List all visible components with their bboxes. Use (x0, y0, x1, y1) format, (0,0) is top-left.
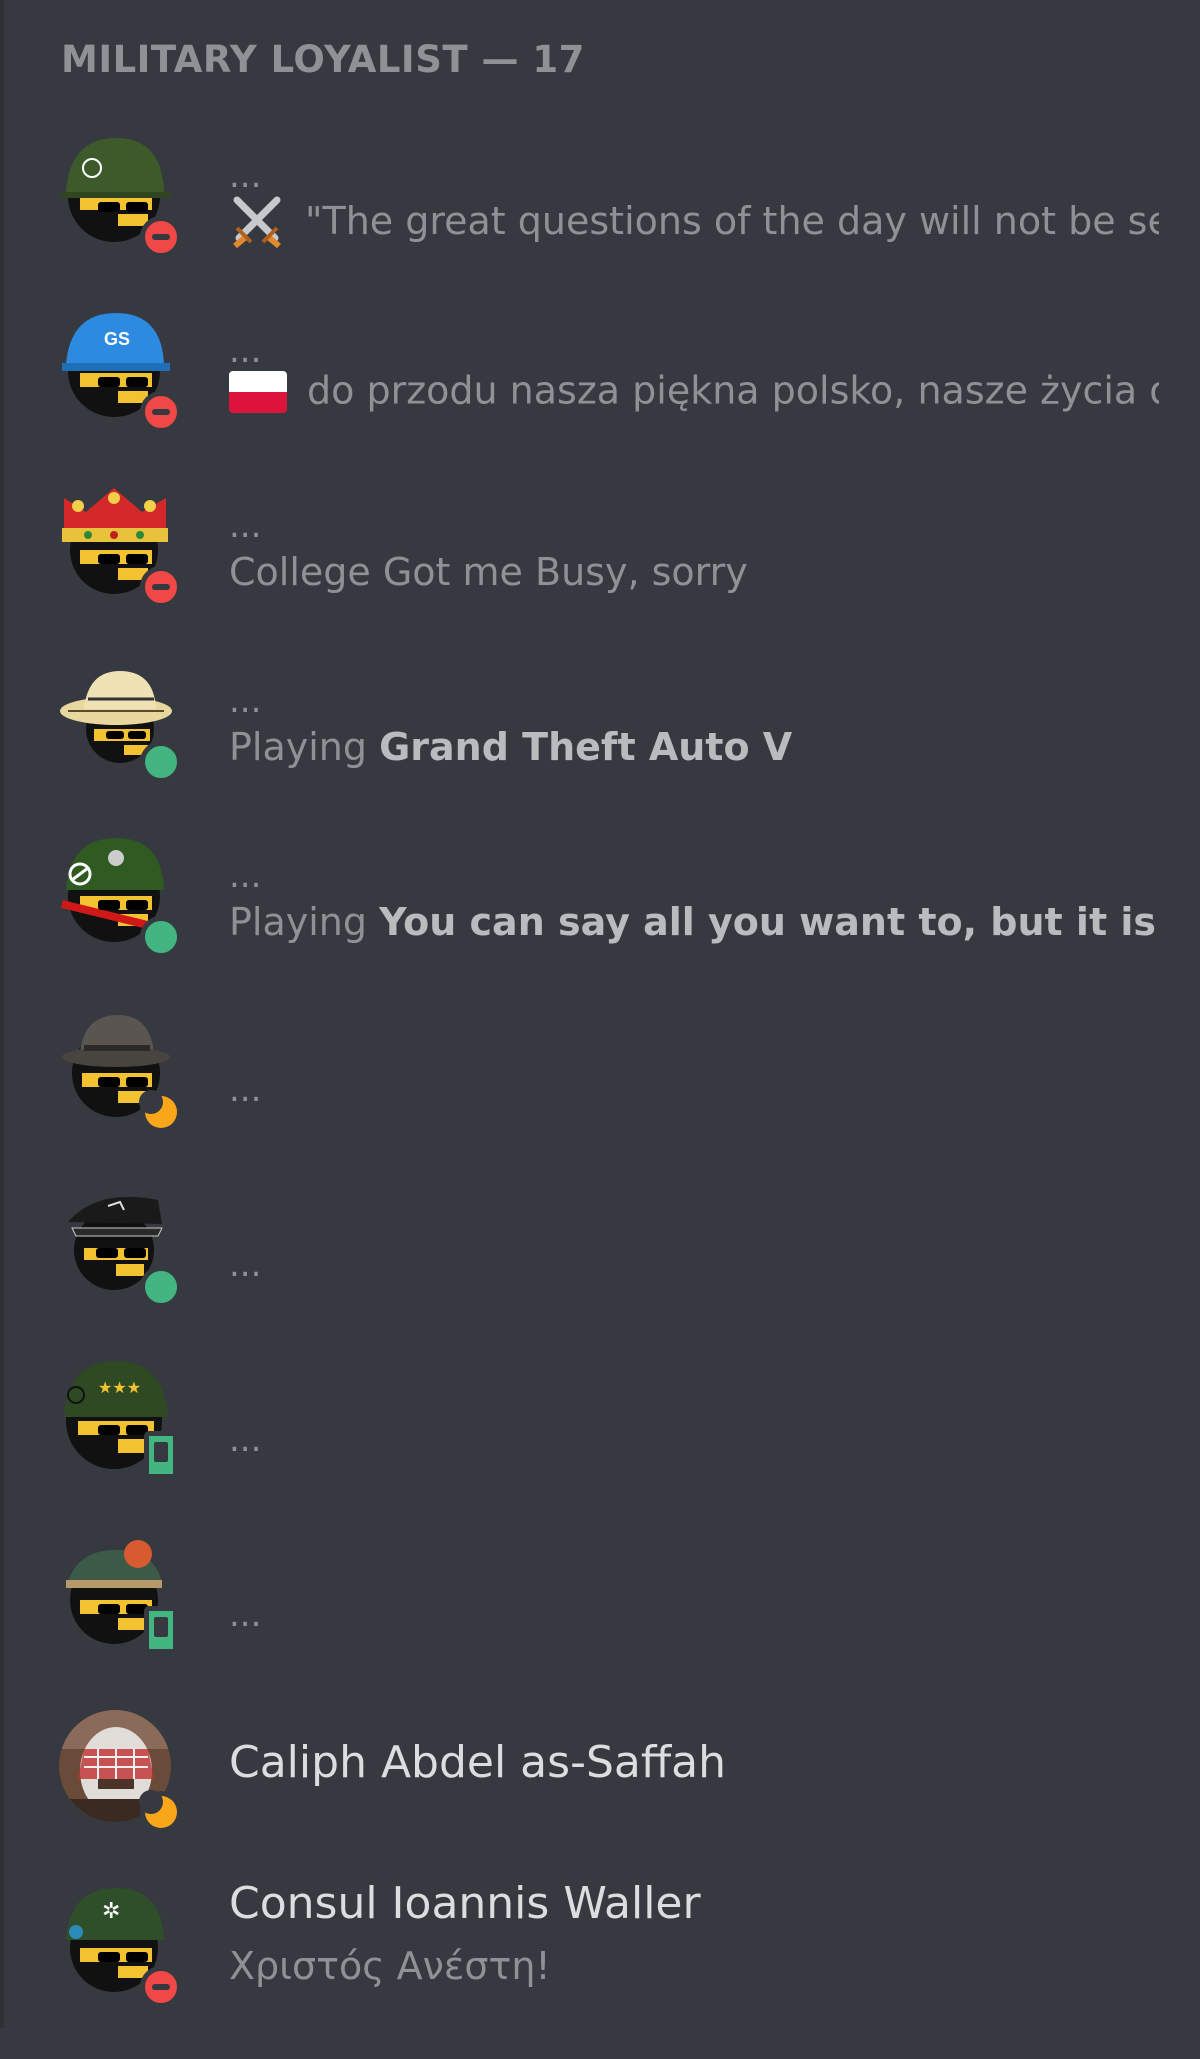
member-list-item[interactable]: ... Playing You can say all you want to,… (0, 834, 1200, 1009)
status-idle-icon (139, 1790, 182, 1833)
member-name: ... (229, 156, 262, 196)
avatar[interactable] (58, 1009, 182, 1133)
member-name: ... (229, 1245, 262, 1285)
member-activity: do przodu nasza piękna polsko, nasze życ… (229, 369, 1159, 413)
member-name: ... (229, 331, 262, 371)
avatar[interactable] (58, 834, 182, 958)
status-dnd-icon (140, 1966, 182, 2008)
status-dnd-icon (140, 391, 182, 433)
status-idle-icon (139, 1090, 182, 1133)
member-list-item[interactable]: ... "The great questions of the day will… (0, 134, 1200, 309)
avatar[interactable] (58, 1534, 178, 1654)
avatar[interactable] (58, 134, 182, 258)
member-list-item[interactable]: ... (0, 1009, 1200, 1184)
member-activity: Playing Grand Theft Auto V (229, 727, 793, 769)
member-name: ... (229, 681, 262, 721)
member-activity: Χριστός Ανέστη! (229, 1946, 551, 1988)
status-mobile-icon (144, 1606, 178, 1654)
poland-flag-icon (229, 370, 287, 413)
avatar[interactable]: GS (58, 309, 182, 433)
member-activity: College Got me Busy, sorry (229, 552, 748, 594)
member-name: ... (229, 506, 262, 546)
member-name: ... (229, 1070, 262, 1110)
avatar[interactable] (58, 1709, 182, 1833)
member-name: ... (229, 856, 262, 896)
svg-text:✲: ✲ (102, 1899, 120, 1924)
member-list-item[interactable]: ★★★ ... (0, 1359, 1200, 1534)
member-name: ... (229, 1595, 262, 1635)
member-list-item[interactable]: GS ... do przodu nasza piękna polsko, na… (0, 309, 1200, 484)
avatar[interactable] (58, 484, 182, 608)
svg-text:★★★: ★★★ (98, 1378, 141, 1397)
member-activity: Playing You can say all you want to, but… (229, 902, 1159, 944)
svg-text:GS: GS (104, 329, 130, 349)
member-list-item[interactable]: ... (0, 1534, 1200, 1709)
status-dnd-icon (140, 216, 182, 258)
status-mobile-icon (144, 1431, 178, 1479)
avatar[interactable] (58, 659, 182, 783)
member-activity: "The great questions of the day will not… (229, 194, 1159, 250)
member-list-item[interactable]: ... Playing Grand Theft Auto V (0, 659, 1200, 834)
status-online-icon (140, 741, 182, 783)
status-online-icon (140, 916, 182, 958)
role-section-header: MILITARY LOYALIST — 17 (61, 38, 585, 81)
status-online-icon (140, 1266, 182, 1308)
member-list-item[interactable]: Caliph Abdel as-Saffah (0, 1709, 1200, 1884)
member-name: Caliph Abdel as-Saffah (229, 1737, 726, 1788)
avatar[interactable]: ✲ (58, 1884, 182, 2008)
member-name: ... (229, 1420, 262, 1460)
member-list-item[interactable]: ... College Got me Busy, sorry (0, 484, 1200, 659)
member-list-item[interactable]: ... (0, 1184, 1200, 1359)
member-list-item[interactable]: ✲ Consul Ioannis Waller Χριστός Ανέστη! (0, 1878, 1200, 2059)
avatar[interactable] (58, 1184, 182, 1308)
member-name: Consul Ioannis Waller (229, 1878, 701, 1929)
avatar[interactable]: ★★★ (58, 1359, 178, 1479)
status-dnd-icon (140, 566, 182, 608)
crossed-swords-icon (233, 196, 281, 249)
